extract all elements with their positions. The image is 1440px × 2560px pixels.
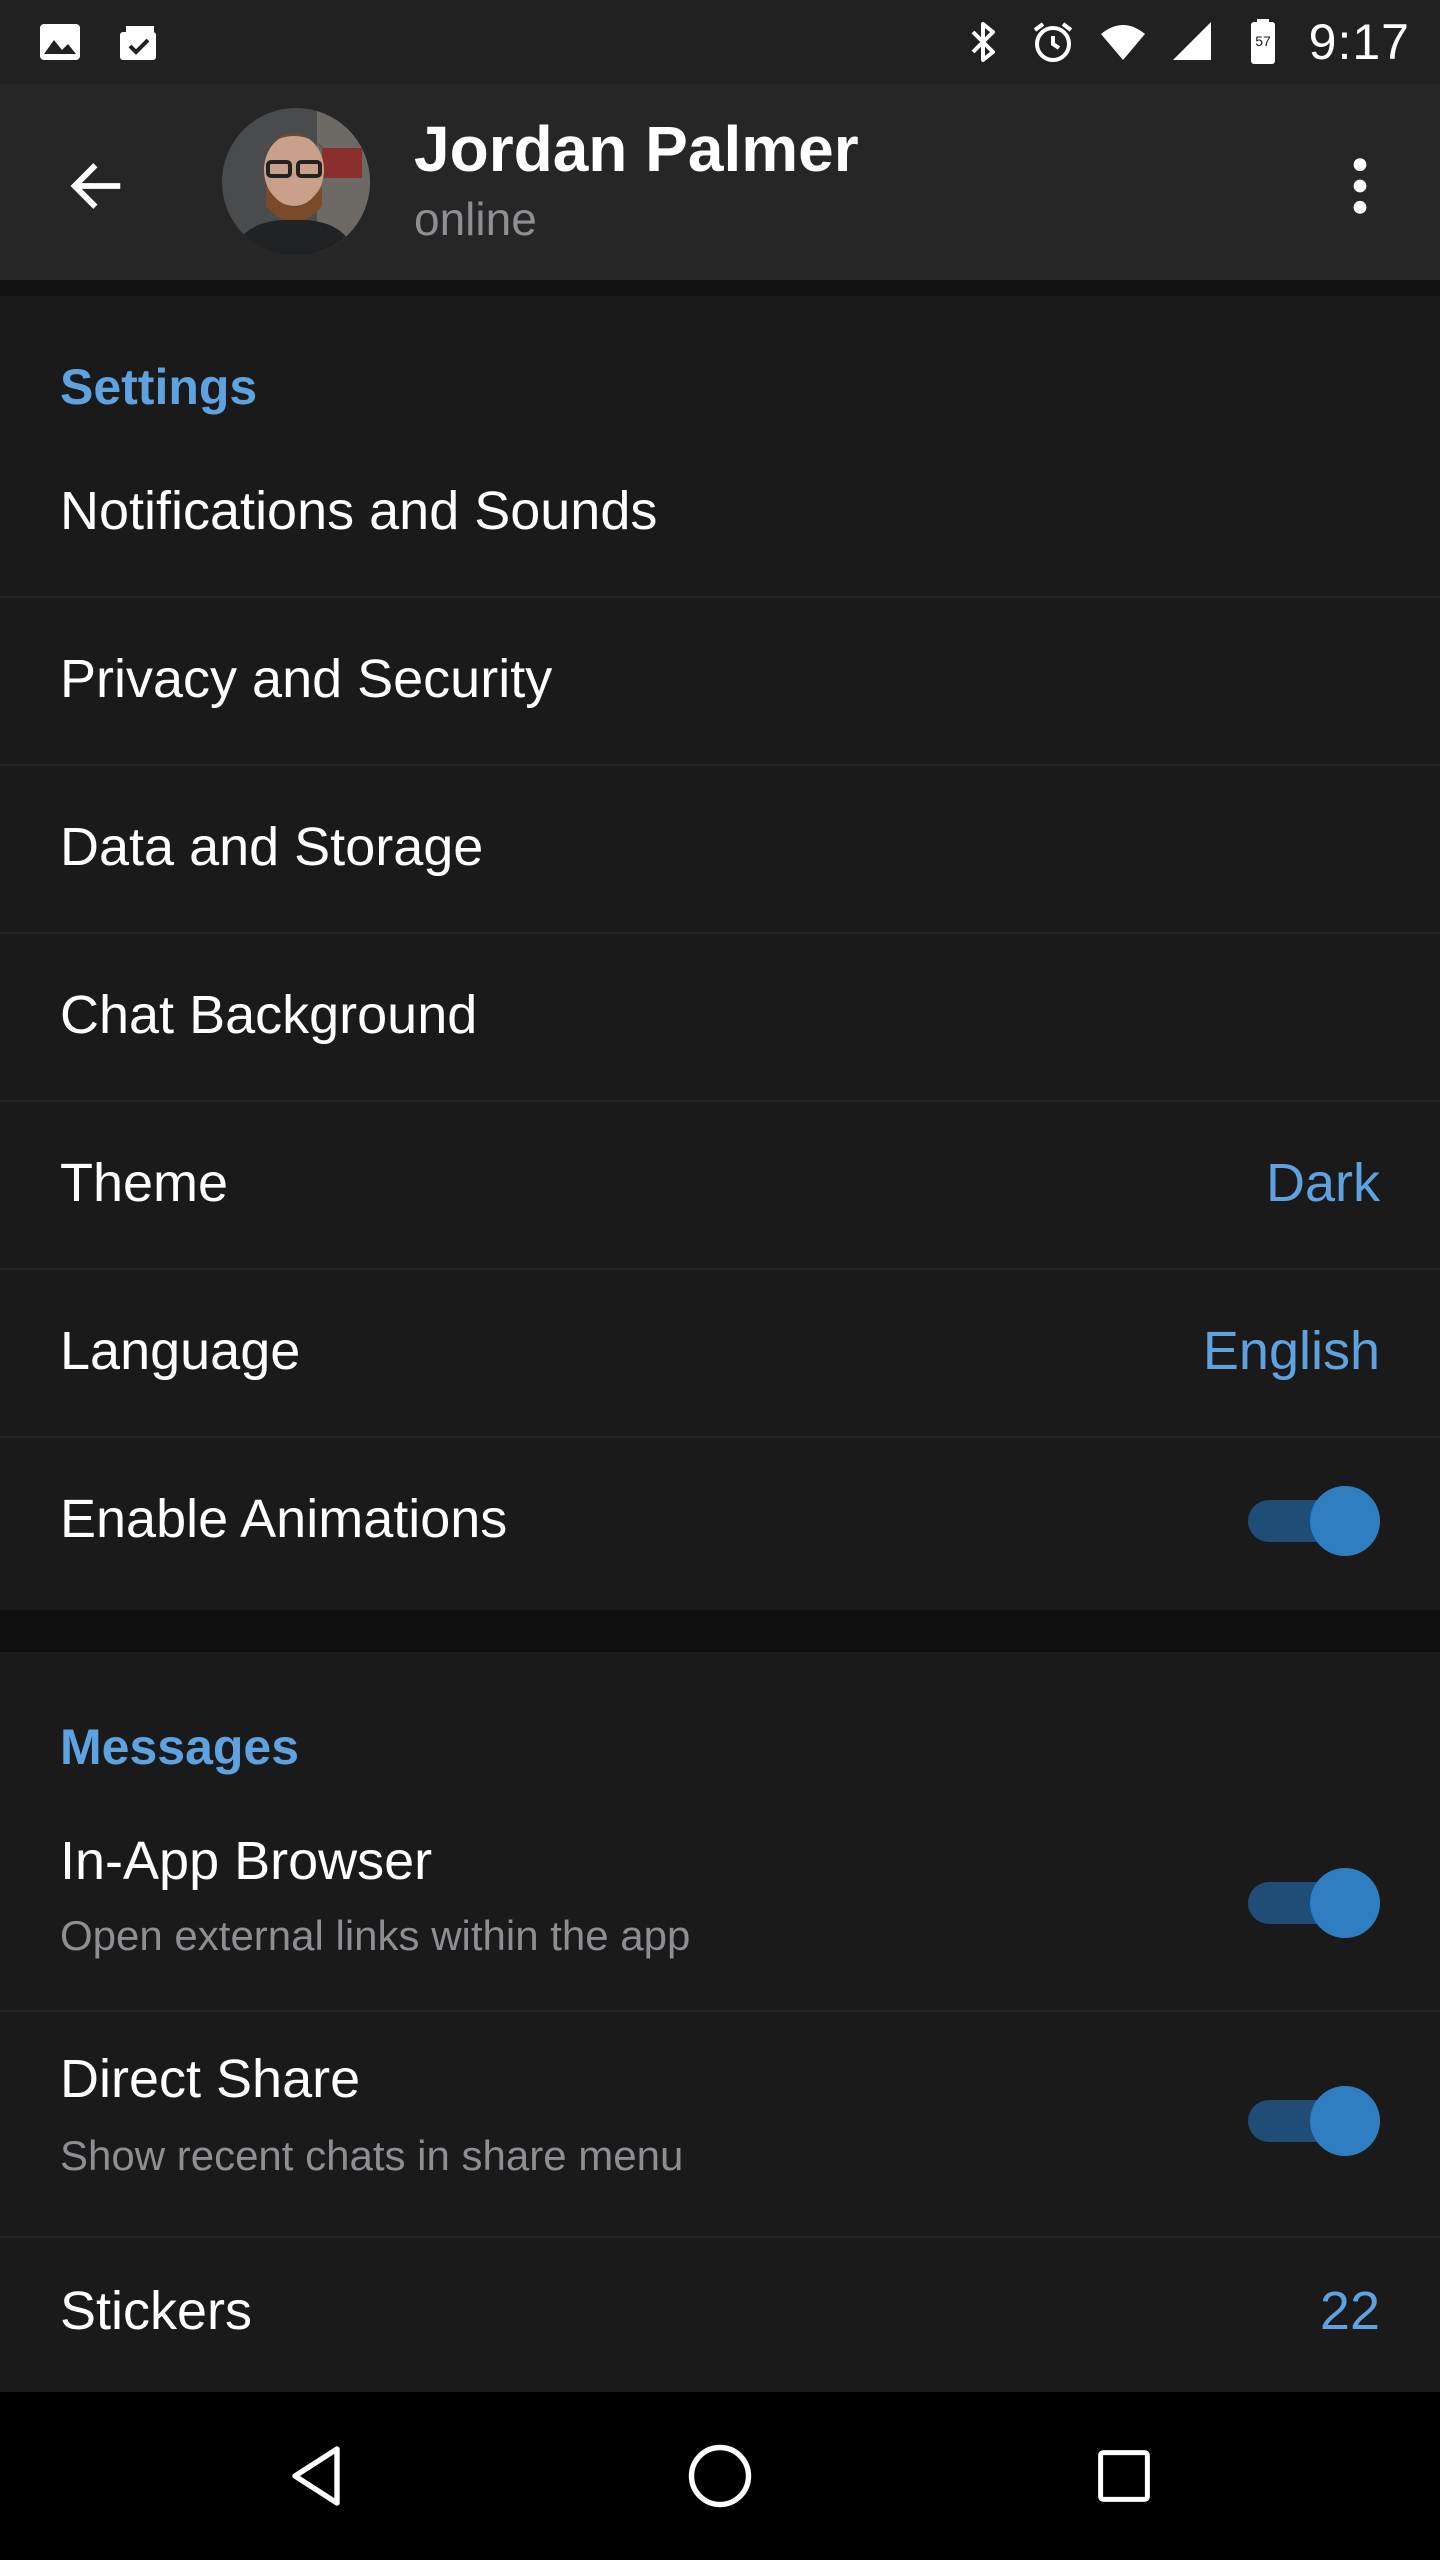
settings-item-label: Privacy and Security [60,649,553,709]
settings-section: Settings Notifications and Sounds Privac… [0,296,1440,1610]
theme-value: Dark [1265,1153,1380,1213]
settings-item-label: Theme [60,1153,229,1213]
chat-header: Jordan Palmer online [0,84,1440,280]
messages-item-stickers[interactable]: Stickers 22 [0,2238,1440,2392]
settings-item-data-storage[interactable]: Data and Storage [0,766,1440,934]
settings-item-label: In-App Browser [60,1831,433,1891]
arrow-back-icon [70,163,121,209]
section-title-messages: Messages [60,1719,300,1775]
direct-share-toggle[interactable] [1248,2086,1380,2156]
section-title-settings: Settings [60,359,258,415]
toggle-thumb [1310,1486,1380,1556]
messages-item-direct-share[interactable]: Direct Share Show recent chats in share … [0,2012,1440,2238]
settings-item-privacy[interactable]: Privacy and Security [0,598,1440,766]
enable-animations-toggle[interactable] [1248,1486,1380,1556]
battery-level-text: 57 [1255,33,1271,49]
status-time: 9:17 [1308,14,1410,70]
settings-item-label: Direct Share [60,2049,361,2109]
settings-item-label: Notifications and Sounds [60,481,658,541]
toggle-thumb [1310,1868,1380,1938]
nav-recents-icon [1098,2450,1150,2502]
nav-back-icon [292,2446,340,2506]
settings-item-enable-animations[interactable]: Enable Animations [0,1438,1440,1606]
in-app-browser-toggle[interactable] [1248,1868,1380,1938]
settings-item-label: Language [60,1321,301,1381]
language-value: English [1202,1321,1380,1381]
bluetooth-icon [971,22,995,62]
messages-item-in-app-browser[interactable]: In-App Browser Open external links withi… [0,1796,1440,2012]
header-divider [0,280,1440,296]
settings-item-theme[interactable]: Theme Dark [0,1102,1440,1270]
messages-section: Messages In-App Browser Open external li… [0,1652,1440,2392]
battery-icon: 57 [1250,19,1275,64]
stickers-count: 22 [1319,2281,1380,2341]
settings-item-notifications[interactable]: Notifications and Sounds [0,430,1440,598]
settings-item-label: Enable Animations [60,1489,508,1549]
settings-item-label: Data and Storage [60,817,484,877]
avatar[interactable] [222,108,370,256]
toggle-thumb [1310,2086,1380,2156]
settings-item-sublabel: Show recent chats in share menu [60,2132,684,2179]
profile-photo [222,108,370,256]
nav-recents-button[interactable] [1074,2426,1174,2526]
nav-home-button[interactable] [670,2426,770,2526]
overflow-menu-button[interactable] [1310,130,1410,242]
contact-name: Jordan Palmer [414,113,859,185]
image-icon [40,24,80,60]
nav-home-icon [688,2444,752,2508]
section-gap [0,1610,1440,1652]
system-nav-bar [0,2392,1440,2560]
settings-item-label: Stickers [60,2281,253,2341]
clipboard-check-icon [120,26,156,60]
cell-signal-icon [1172,22,1211,60]
settings-screen: 57 9:17 Jordan Palmer online Settings No… [0,0,1440,2560]
wifi-icon [1100,25,1145,60]
alarm-icon [1033,22,1072,62]
status-bar: 57 9:17 [0,0,1440,84]
settings-item-sublabel: Open external links within the app [60,1912,691,1959]
contact-status: online [414,193,537,245]
settings-item-label: Chat Background [60,985,478,1045]
back-button[interactable] [40,130,152,242]
settings-item-language[interactable]: Language English [0,1270,1440,1438]
settings-item-chat-background[interactable]: Chat Background [0,934,1440,1102]
nav-back-button[interactable] [266,2426,366,2526]
more-vert-icon [1353,158,1367,214]
